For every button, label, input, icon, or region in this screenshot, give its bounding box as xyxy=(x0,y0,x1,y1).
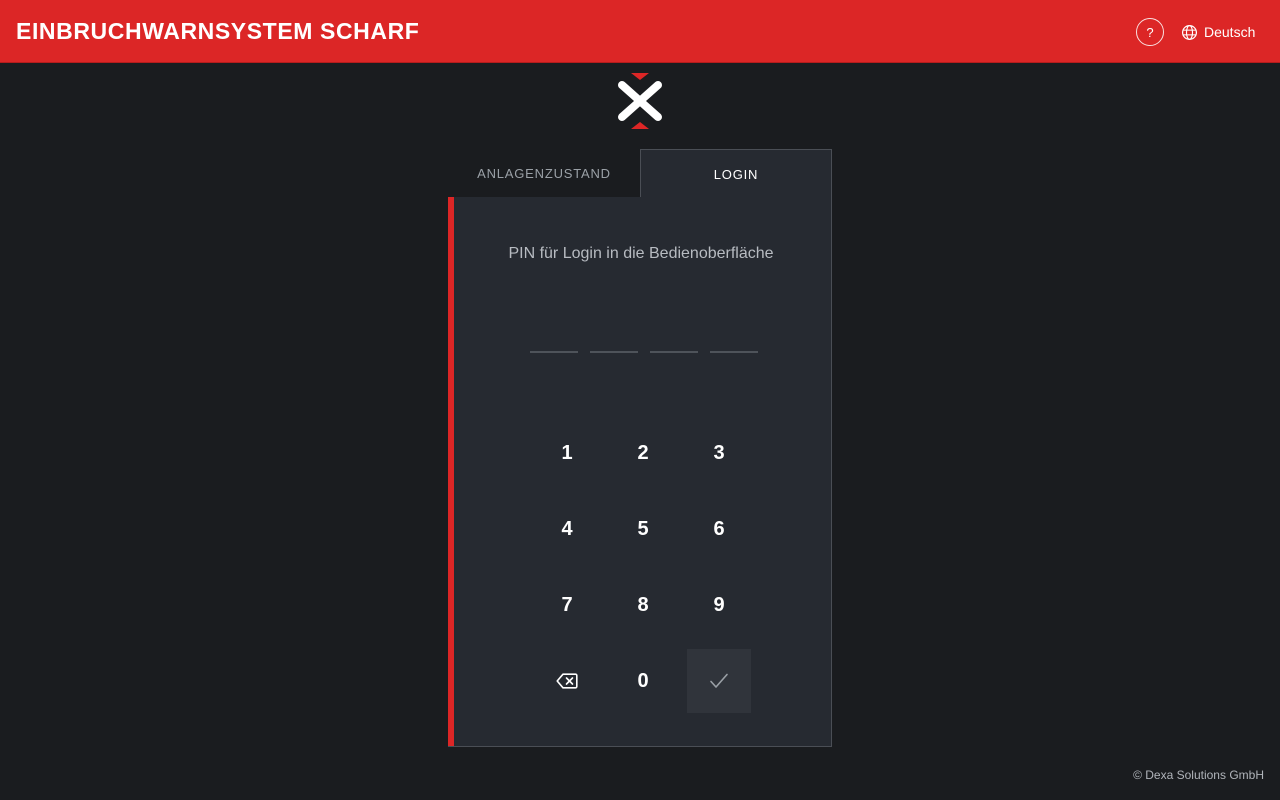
keypad-key-8[interactable]: 8 xyxy=(611,573,675,637)
keypad-key-4[interactable]: 4 xyxy=(535,497,599,561)
globe-icon xyxy=(1181,24,1198,40)
tab-bar: ANLAGENZUSTAND LOGIN xyxy=(448,149,832,198)
keypad-key-5[interactable]: 5 xyxy=(611,497,675,561)
submit-button[interactable] xyxy=(687,649,751,713)
pin-digit-slot-4[interactable] xyxy=(710,351,758,353)
keypad-key-6[interactable]: 6 xyxy=(687,497,751,561)
top-bar: EINBRUCHWARNSYSTEM SCHARF ? Deutsch xyxy=(0,0,1280,63)
tab-login[interactable]: LOGIN xyxy=(640,149,832,198)
login-panel: PIN für Login in die Bedienoberfläche 1 … xyxy=(448,197,832,747)
language-selector[interactable]: Deutsch xyxy=(1181,22,1255,42)
keypad-key-7[interactable]: 7 xyxy=(535,573,599,637)
dexa-logo-icon xyxy=(618,73,662,129)
pin-digit-slot-3[interactable] xyxy=(650,351,698,353)
page-title: EINBRUCHWARNSYSTEM SCHARF xyxy=(16,18,420,44)
pin-prompt: PIN für Login in die Bedienoberfläche xyxy=(508,245,774,262)
checkmark-icon xyxy=(710,673,728,688)
keypad-key-0[interactable]: 0 xyxy=(611,649,675,713)
pin-digit-slot-1[interactable] xyxy=(530,351,578,353)
tab-anlagenzustand[interactable]: ANLAGENZUSTAND xyxy=(448,149,640,198)
panel-accent-bar xyxy=(448,197,454,746)
copyright-footer: © Dexa Solutions GmbH xyxy=(1133,768,1264,782)
keypad-key-3[interactable]: 3 xyxy=(687,421,751,485)
keypad-key-2[interactable]: 2 xyxy=(611,421,675,485)
help-icon: ? xyxy=(1146,24,1154,40)
keypad-key-9[interactable]: 9 xyxy=(687,573,751,637)
pin-digit-slot-2[interactable] xyxy=(590,351,638,353)
keypad-key-1[interactable]: 1 xyxy=(535,421,599,485)
backspace-icon xyxy=(556,673,578,689)
language-label: Deutsch xyxy=(1204,24,1256,40)
backspace-button[interactable] xyxy=(535,649,599,713)
help-button[interactable]: ? xyxy=(1136,18,1164,46)
